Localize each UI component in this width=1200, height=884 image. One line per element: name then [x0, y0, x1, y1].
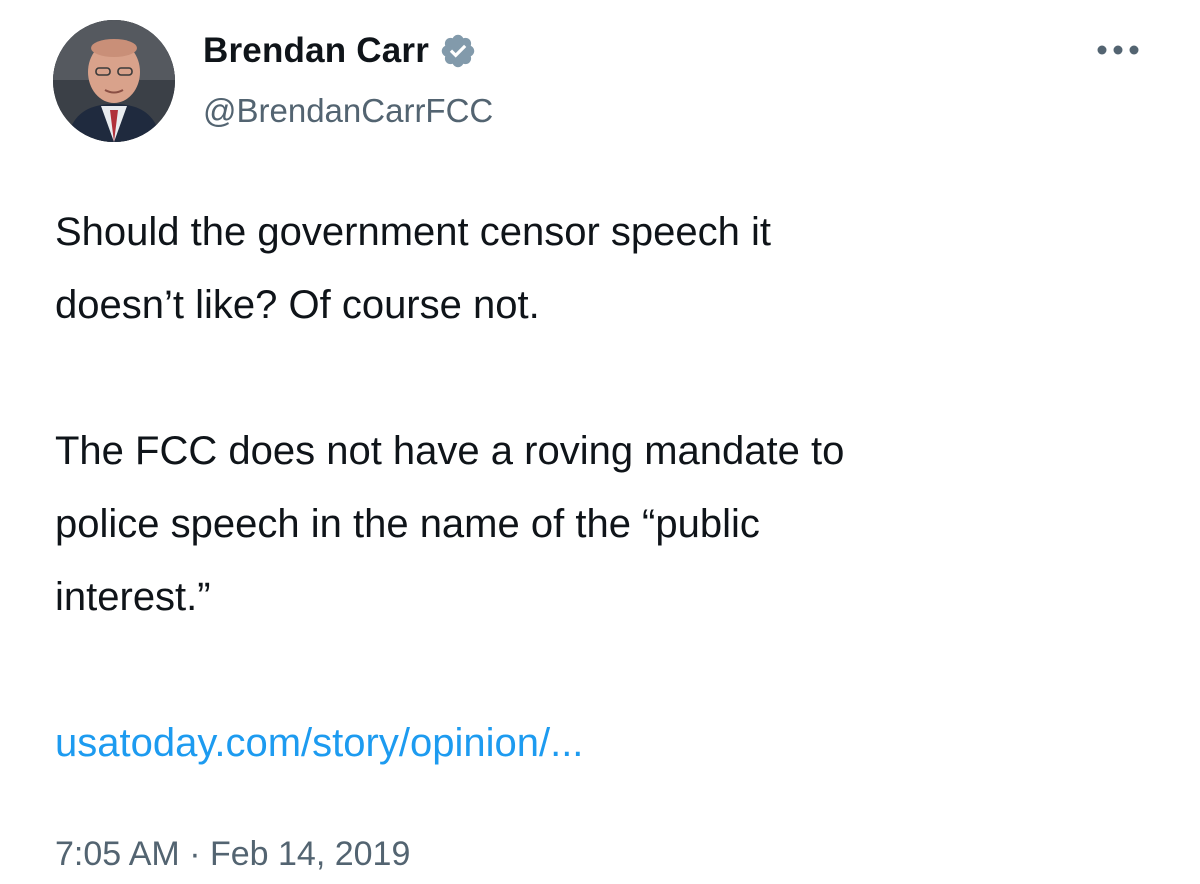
verified-badge-icon[interactable]	[439, 32, 477, 70]
timestamp-separator: ·	[189, 835, 201, 873]
avatar[interactable]	[53, 20, 175, 142]
tweet-text-line: Should the government censor speech it	[55, 210, 771, 254]
author-handle[interactable]: @BrendanCarrFCC	[203, 92, 493, 130]
tweet-date[interactable]: Feb 14, 2019	[210, 835, 410, 873]
avatar-portrait-icon	[53, 20, 175, 142]
tweet-text-line: police speech in the name of the “public	[55, 502, 760, 546]
tweet-text-line: interest.”	[55, 575, 211, 619]
more-options-icon	[1097, 45, 1139, 55]
article-link[interactable]: usatoday.com/story/opinion/...	[55, 713, 583, 773]
tweet-timestamp[interactable]: 7:05 AM · Feb 14, 2019	[55, 830, 410, 878]
author-display-name[interactable]: Brendan Carr	[203, 31, 429, 71]
tweet-card: Brendan Carr @BrendanCarrFCC Should the …	[0, 0, 1200, 884]
tweet-body: Should the government censor speech it d…	[55, 196, 1175, 634]
tweet-text-line: The FCC does not have a roving mandate t…	[55, 429, 845, 473]
more-options-button[interactable]	[1090, 30, 1146, 70]
author-name-row[interactable]: Brendan Carr	[203, 26, 477, 76]
tweet-text-line: doesn’t like? Of course not.	[55, 283, 540, 327]
tweet-time[interactable]: 7:05 AM	[55, 835, 180, 873]
